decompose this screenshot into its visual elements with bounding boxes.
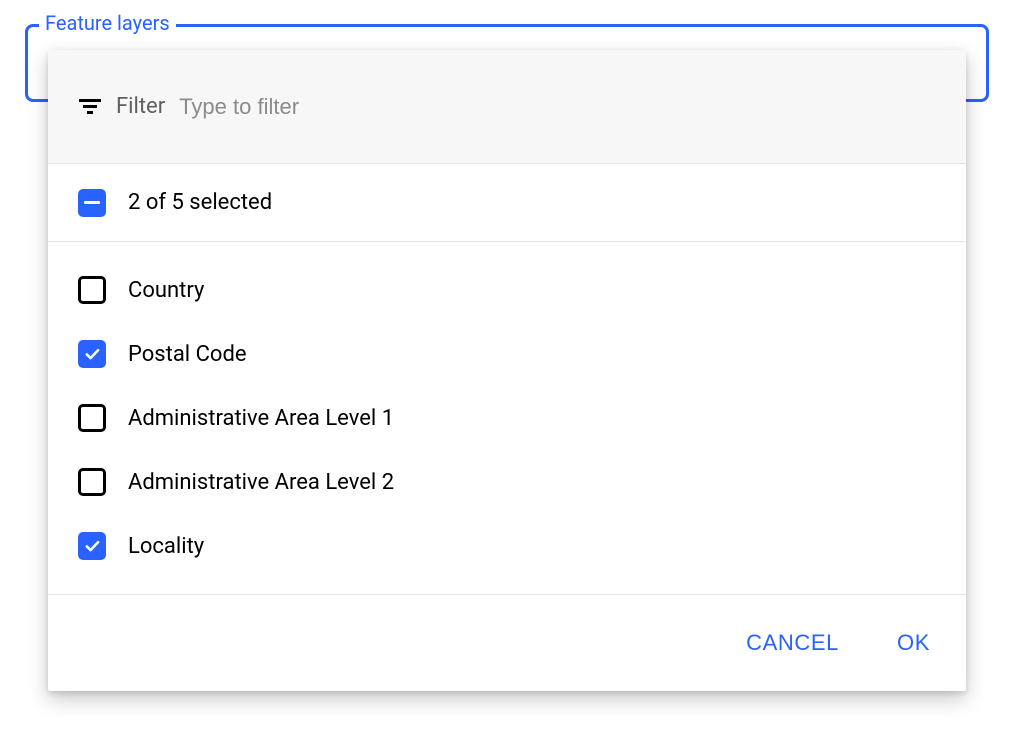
options-list: Country Postal Code Administrative Area Le… xyxy=(48,242,966,595)
filter-input[interactable] xyxy=(179,94,936,120)
filter-icon xyxy=(78,98,102,116)
cancel-button[interactable]: CANCEL xyxy=(740,620,845,666)
check-icon xyxy=(83,345,101,363)
option-label: Country xyxy=(128,278,204,303)
option-label: Administrative Area Level 1 xyxy=(128,406,394,431)
indeterminate-checkbox[interactable] xyxy=(78,189,106,217)
option-row[interactable]: Administrative Area Level 1 xyxy=(48,386,966,450)
field-legend: Feature layers xyxy=(39,11,176,35)
checkbox-checked[interactable] xyxy=(78,532,106,560)
option-row[interactable]: Locality xyxy=(48,514,966,578)
filter-bar: Filter xyxy=(48,50,966,164)
option-label: Administrative Area Level 2 xyxy=(128,470,394,495)
selection-summary-text: 2 of 5 selected xyxy=(128,190,272,215)
dialog-actions: CANCEL OK xyxy=(48,595,966,691)
feature-layers-dropdown: Filter 2 of 5 selected Country Postal Cod… xyxy=(48,50,966,691)
checkbox-unchecked[interactable] xyxy=(78,404,106,432)
option-label: Locality xyxy=(128,534,204,559)
option-row[interactable]: Country xyxy=(48,258,966,322)
option-row[interactable]: Postal Code xyxy=(48,322,966,386)
option-row[interactable]: Administrative Area Level 2 xyxy=(48,450,966,514)
checkbox-unchecked[interactable] xyxy=(78,276,106,304)
checkbox-unchecked[interactable] xyxy=(78,468,106,496)
option-label: Postal Code xyxy=(128,342,247,367)
minus-icon xyxy=(84,201,100,204)
filter-label: Filter xyxy=(116,94,165,119)
ok-button[interactable]: OK xyxy=(891,620,936,666)
checkbox-checked[interactable] xyxy=(78,340,106,368)
selection-summary-row[interactable]: 2 of 5 selected xyxy=(48,164,966,242)
check-icon xyxy=(83,537,101,555)
